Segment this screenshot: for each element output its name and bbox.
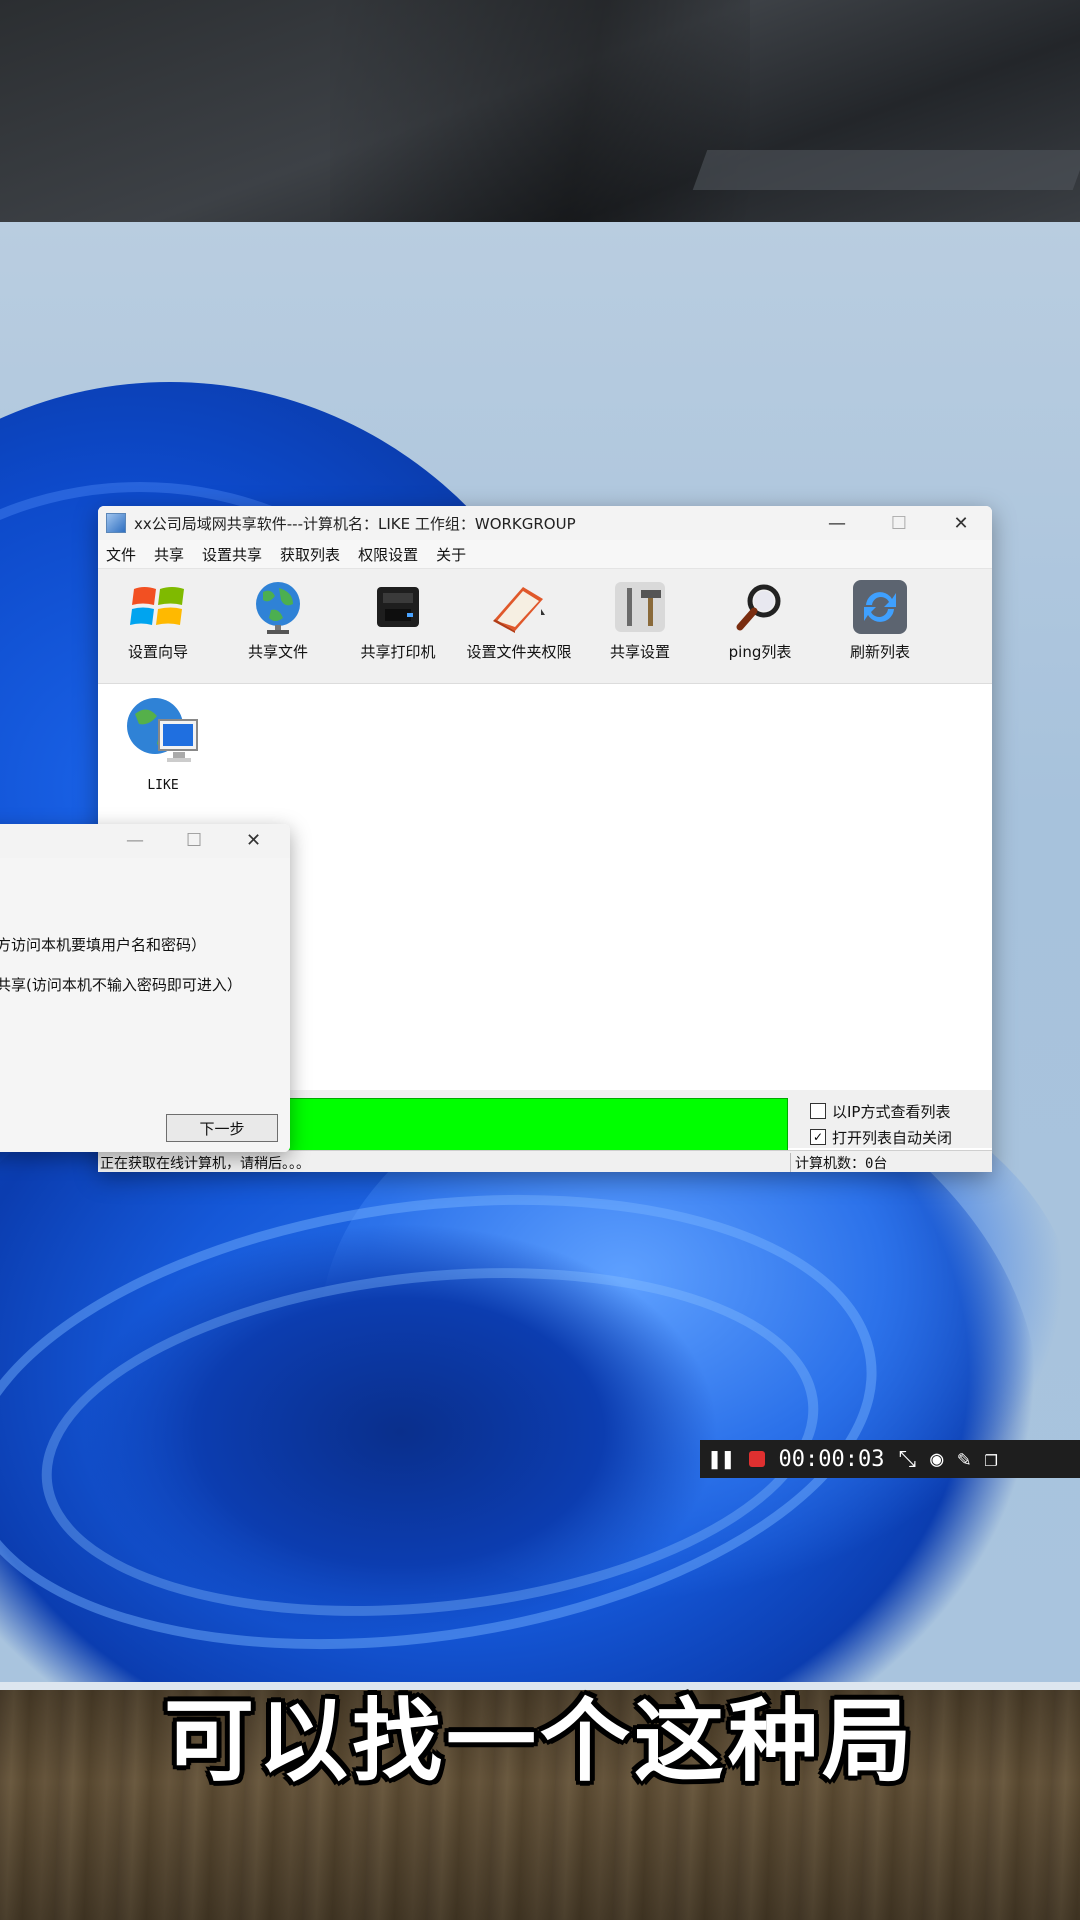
wizard-close-button[interactable]: ✕ xyxy=(246,830,261,851)
tools-icon xyxy=(610,577,670,637)
next-button[interactable]: 下一步 xyxy=(166,1114,278,1142)
menu-get-list[interactable]: 获取列表 xyxy=(280,544,340,565)
wizard-maximize-button[interactable]: ☐ xyxy=(186,830,202,851)
view-by-ip-label: 以IP方式查看列表 xyxy=(832,1102,951,1121)
ping-list-button[interactable]: ping列表 xyxy=(700,577,820,662)
status-message: 正在获取在线计算机，请稍后。。。 xyxy=(100,1156,310,1172)
view-by-ip-option[interactable]: 以IP方式查看列表 xyxy=(810,1098,952,1124)
toolbar: 设置向导 共享文件 共享打印机 设置文件夹权限 共享设置 ping列表 刷新列表 xyxy=(98,569,992,684)
computer-name: LIKE xyxy=(147,778,179,793)
computer-count: 计算机数：0台 xyxy=(790,1153,887,1172)
wizard-text: : xyxy=(0,886,1,904)
windows-logo-icon xyxy=(128,577,188,637)
auto-close-label: 打开列表自动关闭 xyxy=(832,1128,953,1147)
app-icon xyxy=(106,513,126,533)
toolbar-label: 共享文件 xyxy=(247,643,308,661)
title-bar[interactable]: xx公司局域网共享软件---计算机名：LIKE 工作组：WORKGROUP — … xyxy=(98,506,992,540)
options-group: 以IP方式查看列表 ✓ 打开列表自动关闭 xyxy=(810,1098,952,1150)
menu-file[interactable]: 文件 xyxy=(106,544,136,565)
printer-icon xyxy=(368,577,428,637)
recorder-toolbar: ❚❚ 00:00:03 ⤡ ◉ ✎ ❐ xyxy=(700,1440,1080,1478)
toolbar-label: 共享设置 xyxy=(609,643,670,661)
ceiling-background xyxy=(0,0,1080,222)
pen-icon[interactable]: ✎ xyxy=(957,1447,970,1472)
recording-timer: 00:00:03 xyxy=(778,1446,885,1472)
share-files-button[interactable]: 共享文件 xyxy=(218,577,338,662)
maximize-button[interactable]: ☐ xyxy=(868,513,930,534)
view-by-ip-checkbox[interactable] xyxy=(810,1103,826,1119)
menu-bar: 文件 共享 设置共享 获取列表 权限设置 关于 xyxy=(98,540,992,569)
menu-share[interactable]: 共享 xyxy=(154,544,184,565)
networked-computer-icon xyxy=(123,694,203,778)
auto-close-option[interactable]: ✓ 打开列表自动关闭 xyxy=(810,1124,952,1150)
ceiling-beam xyxy=(330,0,750,222)
computer-item[interactable]: LIKE xyxy=(118,694,208,793)
folder-book-icon xyxy=(489,577,549,637)
ceiling-beam xyxy=(692,150,1080,190)
toolbar-label: 设置文件夹权限 xyxy=(466,643,572,661)
window-title: xx公司局域网共享软件---计算机名：LIKE 工作组：WORKGROUP xyxy=(134,514,576,533)
wizard-title-bar[interactable]: — ☐ ✕ xyxy=(0,824,290,858)
toolbar-label: ping列表 xyxy=(728,643,792,661)
share-printer-button[interactable]: 共享打印机 xyxy=(338,577,458,662)
progress-bar xyxy=(280,1098,788,1152)
wizard-option-password[interactable]: 方访问本机要填用户名和密码） xyxy=(0,934,206,955)
folder-permissions-button[interactable]: 设置文件夹权限 xyxy=(458,577,580,662)
window-icon[interactable]: ❐ xyxy=(985,1447,998,1472)
setup-wizard-window: — ☐ ✕ : 方访问本机要填用户名和密码） 共享(访问本机不输入密码即可进入）… xyxy=(0,824,290,1152)
pause-icon[interactable]: ❚❚ xyxy=(708,1447,735,1472)
wizard-body: : 方访问本机要填用户名和密码） 共享(访问本机不输入密码即可进入） 下一步 xyxy=(0,858,290,1152)
shrink-icon[interactable]: ⤡ xyxy=(898,1447,916,1472)
share-settings-button[interactable]: 共享设置 xyxy=(580,577,700,662)
status-bar: 正在获取在线计算机，请稍后。。。 计算机数：0台 xyxy=(98,1150,992,1172)
close-button[interactable]: ✕ xyxy=(930,513,992,534)
menu-permissions[interactable]: 权限设置 xyxy=(358,544,418,565)
toolbar-label: 共享打印机 xyxy=(360,643,436,661)
minimize-button[interactable]: — xyxy=(806,513,868,534)
stop-icon[interactable] xyxy=(748,1451,765,1467)
auto-close-checkbox[interactable]: ✓ xyxy=(810,1129,826,1145)
wizard-option-no-password[interactable]: 共享(访问本机不输入密码即可进入） xyxy=(0,974,242,995)
wizard-minimize-button[interactable]: — xyxy=(126,830,144,851)
menu-set-share[interactable]: 设置共享 xyxy=(202,544,262,565)
toolbar-label: 刷新列表 xyxy=(849,643,910,661)
setup-wizard-button[interactable]: 设置向导 xyxy=(98,577,218,662)
magnifier-icon xyxy=(730,577,790,637)
toolbar-label: 设置向导 xyxy=(127,643,188,661)
globe-icon xyxy=(248,577,308,637)
refresh-list-button[interactable]: 刷新列表 xyxy=(820,577,940,662)
menu-about[interactable]: 关于 xyxy=(436,544,466,565)
refresh-icon xyxy=(850,577,910,637)
camera-icon[interactable]: ◉ xyxy=(930,1447,943,1472)
video-subtitle: 可以找一个这种局 xyxy=(164,1689,916,1794)
